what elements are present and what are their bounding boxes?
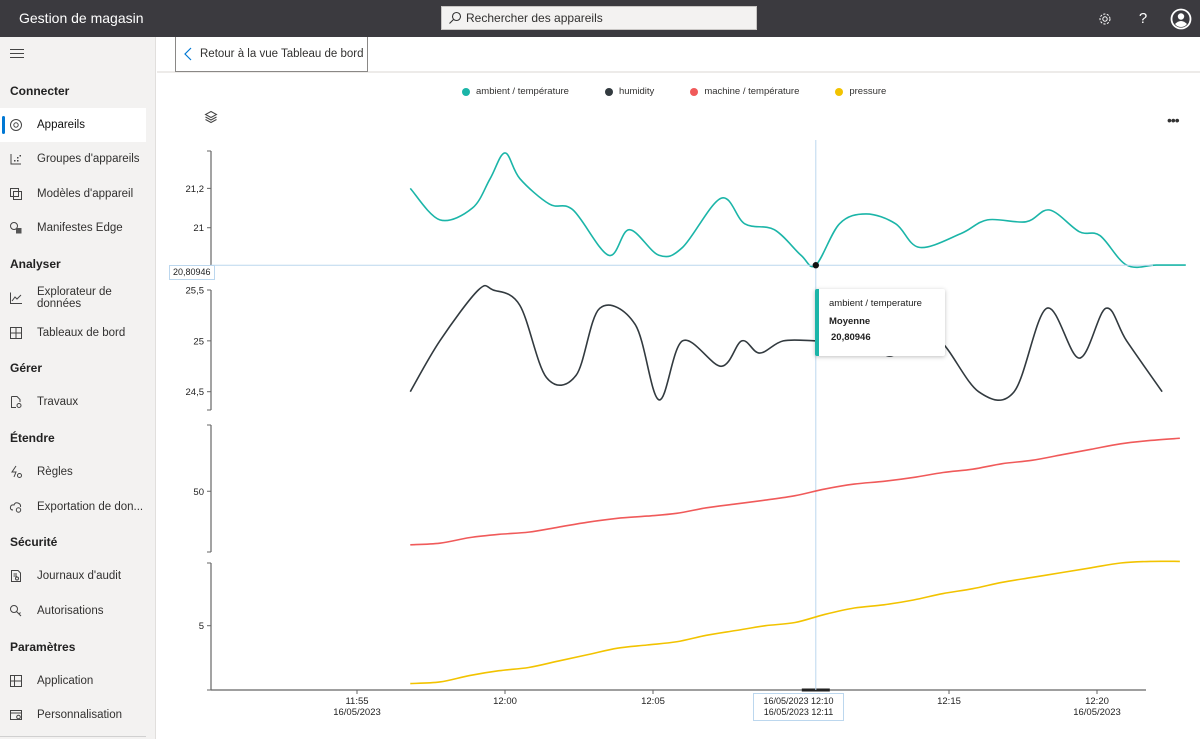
x-tick-label: 12:05	[641, 696, 665, 707]
x-tick-label: 12:15	[937, 696, 961, 707]
tooltip-series: ambient / temperature	[829, 298, 922, 309]
x-tick-label: 12:20	[1085, 696, 1109, 707]
y-tick-label: 5	[199, 621, 204, 632]
y-tick-label: 21	[193, 223, 204, 234]
hover-x-start: 16/05/2023 12:10	[763, 696, 834, 706]
x-tick-sublabel: 16/05/2023	[1073, 707, 1121, 718]
chart-tooltip: ambient / temperature Moyenne 20,80946	[815, 289, 945, 356]
y-tick-label: 21,2	[186, 184, 205, 195]
y-tick-label: 25,5	[186, 286, 205, 297]
series-line-1	[409, 284, 1163, 401]
series-line-2	[410, 437, 1180, 546]
y-tick-label: 24,5	[186, 387, 205, 398]
hover-x-range-label: 16/05/2023 12:10 16/05/2023 12:11	[753, 693, 844, 721]
y-tick-label: 25	[193, 336, 204, 347]
tooltip-aggregation: Moyenne	[829, 316, 871, 327]
line-chart: 11:5516/05/202312:00 12:05 12:15 12:2016/05…	[186, 140, 1186, 718]
tooltip-value: 20,80946	[831, 332, 871, 343]
x-tick-sublabel: 16/05/2023	[333, 707, 381, 718]
y-tick-label: 50	[193, 487, 204, 498]
x-tick-label: 11:55	[345, 696, 368, 707]
series-line-0	[409, 152, 1186, 269]
hover-y-value-label: 20,80946	[169, 265, 215, 280]
hover-x-end: 16/05/2023 12:11	[763, 707, 834, 717]
hover-point	[812, 262, 819, 269]
series-line-3	[410, 560, 1180, 685]
x-tick-label: 12:00	[493, 696, 517, 707]
